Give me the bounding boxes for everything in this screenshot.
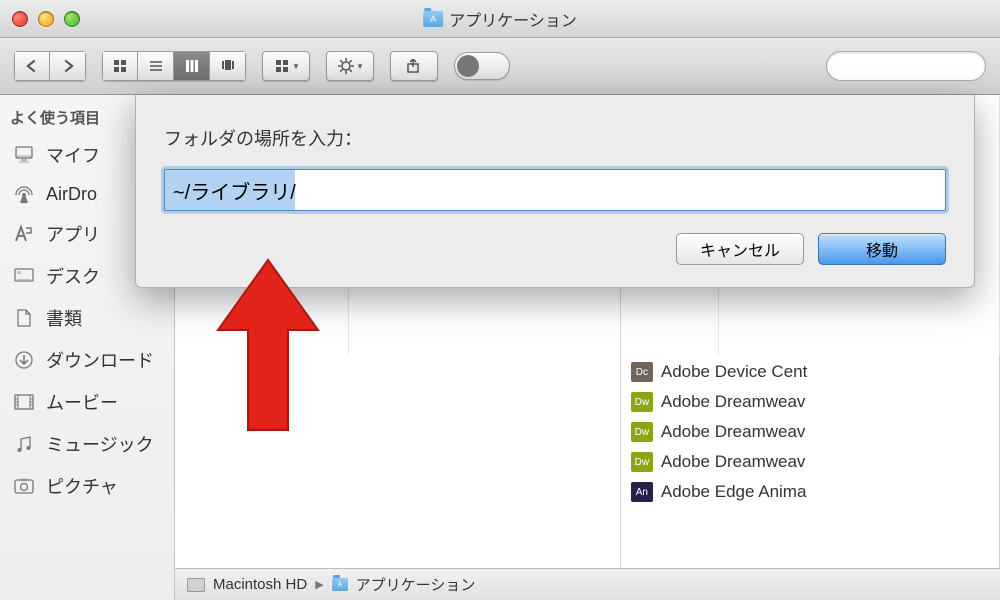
chevron-right-icon: ▶ xyxy=(315,578,323,591)
nav-back-forward xyxy=(14,51,86,81)
sidebar-item-movies[interactable]: ムービー xyxy=(0,381,174,423)
action-button[interactable]: ▾ xyxy=(326,51,374,81)
close-window-button[interactable] xyxy=(12,11,28,27)
sidebar-item-documents[interactable]: 書類 xyxy=(0,297,174,339)
titlebar: A アプリケーション xyxy=(0,0,1000,38)
file-row[interactable]: Dw Adobe Dreamweav xyxy=(621,387,999,417)
back-button[interactable] xyxy=(14,51,50,81)
downloads-icon xyxy=(12,350,36,370)
sidebar-item-label: ダウンロード xyxy=(46,347,154,373)
toggle-switch[interactable] xyxy=(454,52,510,80)
forward-button[interactable] xyxy=(50,51,86,81)
sidebar-item-label: ピクチャ xyxy=(46,473,118,499)
hard-drive-icon xyxy=(187,578,205,592)
sidebar-item-music[interactable]: ミュージック xyxy=(0,423,174,465)
folder-icon: A xyxy=(423,11,443,27)
sidebar-item-label: アプリ xyxy=(46,221,100,247)
apps-icon xyxy=(12,224,36,244)
view-mode-group xyxy=(102,51,246,81)
pictures-icon xyxy=(12,476,36,496)
sidebar-item-label: AirDro xyxy=(46,184,97,205)
music-icon xyxy=(12,434,36,454)
folder-path-input[interactable] xyxy=(164,169,946,211)
sidebar-item-downloads[interactable]: ダウンロード xyxy=(0,339,174,381)
folder-icon: Dw xyxy=(631,422,653,442)
sidebar-item-label: ムービー xyxy=(46,389,118,415)
cancel-button[interactable]: キャンセル xyxy=(676,233,804,265)
toggle-knob xyxy=(457,55,479,77)
view-coverflow-button[interactable] xyxy=(210,51,246,81)
arrange-button[interactable]: ▾ xyxy=(262,51,310,81)
folder-icon: Dc xyxy=(631,362,653,382)
sidebar-item-pictures[interactable]: ピクチャ xyxy=(0,465,174,507)
window-title-text: アプリケーション xyxy=(449,7,577,31)
search-field[interactable] xyxy=(826,51,986,81)
sidebar-item-label: マイフ xyxy=(46,142,100,168)
imac-icon xyxy=(12,145,36,165)
file-label: Adobe Dreamweav xyxy=(661,422,806,442)
folder-icon: Dw xyxy=(631,392,653,412)
chevron-down-icon: ▾ xyxy=(358,61,363,72)
path-segment[interactable]: アプリケーション xyxy=(356,574,476,595)
folder-icon: A xyxy=(332,578,348,591)
file-row[interactable]: Dw Adobe Dreamweav xyxy=(621,447,999,477)
documents-icon xyxy=(12,308,36,328)
path-segment[interactable]: Macintosh HD xyxy=(213,576,307,593)
sidebar-item-label: ミュージック xyxy=(46,431,154,457)
window-title: A アプリケーション xyxy=(423,7,577,31)
folder-icon: Dw xyxy=(631,452,653,472)
file-label: Adobe Edge Anima xyxy=(661,482,807,502)
chevron-down-icon: ▾ xyxy=(294,61,299,72)
airdrop-icon xyxy=(12,185,36,205)
toolbar: ▾ ▾ xyxy=(0,38,1000,95)
gear-icon xyxy=(338,58,354,74)
go-button[interactable]: 移動 xyxy=(818,233,946,265)
path-bar: Macintosh HD ▶ A アプリケーション xyxy=(175,568,1000,600)
file-row[interactable]: An Adobe Edge Anima xyxy=(621,477,999,507)
view-list-button[interactable] xyxy=(138,51,174,81)
movies-icon xyxy=(12,392,36,412)
dialog-label: フォルダの場所を入力： xyxy=(164,125,946,151)
view-column-button[interactable] xyxy=(174,51,210,81)
zoom-window-button[interactable] xyxy=(64,11,80,27)
file-label: Adobe Dreamweav xyxy=(661,452,806,472)
share-button[interactable] xyxy=(390,51,438,81)
minimize-window-button[interactable] xyxy=(38,11,54,27)
file-label: Adobe Dreamweav xyxy=(661,392,806,412)
go-to-folder-dialog: フォルダの場所を入力： キャンセル 移動 xyxy=(135,95,975,288)
file-label: Adobe Device Cent xyxy=(661,362,807,382)
desktop-icon xyxy=(12,266,36,286)
file-row[interactable]: Dw Adobe Dreamweav xyxy=(621,417,999,447)
share-icon xyxy=(406,59,422,73)
folder-icon: An xyxy=(631,482,653,502)
search-input[interactable] xyxy=(843,58,1000,74)
file-row[interactable]: Dc Adobe Device Cent xyxy=(621,357,999,387)
view-icon-button[interactable] xyxy=(102,51,138,81)
sidebar-item-label: 書類 xyxy=(46,305,82,331)
sidebar-item-label: デスク xyxy=(46,263,100,289)
